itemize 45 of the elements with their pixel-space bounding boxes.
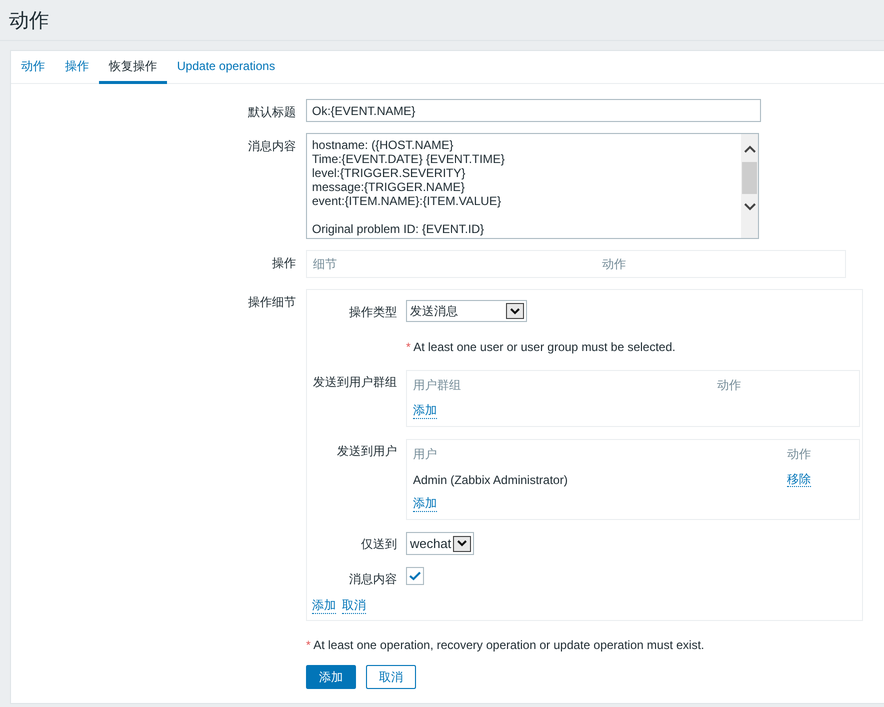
chevron-down-icon[interactable] (742, 202, 756, 212)
field-label: 消息内容 (348, 571, 397, 588)
column-header: 用户群组 (413, 377, 461, 394)
column-header: 动作 (787, 446, 812, 463)
field-label: 仅送到 (360, 536, 397, 553)
warning-text: * At least one operation, recovery operation or update operation must exist. (306, 637, 706, 652)
operation-type-dropdown[interactable]: 发送消息 (406, 300, 527, 322)
message-textarea[interactable]: hostname: ({HOST.NAME} Time:{EVENT.DATE} {EVENT.TIME} level:{TRIGGER.SEVERITY} message:{TRIGGER.NAME} event:{ITEM.NAME}:{ITEM.VALUE} Original problem ID: {EVENT.ID} (306, 133, 759, 239)
check-icon (409, 571, 421, 581)
chevron-down-icon (510, 308, 520, 314)
checkbox[interactable] (406, 567, 424, 585)
scrollbar[interactable] (741, 134, 758, 238)
column-header: 细节 (312, 256, 338, 272)
field-label: 操作 (271, 255, 296, 272)
subject-input-field[interactable]: Ok:{EVENT.NAME} (306, 99, 761, 122)
field-label: 发送到用户群组 (312, 374, 397, 391)
tab[interactable]: 操作 (55, 51, 99, 84)
dropdown-value: wechat (410, 536, 452, 551)
scrollbar-thumb[interactable] (742, 162, 757, 194)
column-header: 动作 (717, 377, 742, 394)
tab[interactable]: Update operations (167, 51, 286, 84)
message-text: hostname: ({HOST.NAME} Time:{EVENT.DATE} {EVENT.TIME} level:{TRIGGER.SEVERITY} message:{TRIGGER.NAME} event:{ITEM.NAME}:{ITEM.VALUE} Original problem ID: {EVENT.ID} (311, 137, 506, 238)
field-label: 发送到用户 (336, 443, 397, 460)
tab[interactable]: 动作 (11, 51, 55, 84)
chevron-up-icon[interactable] (742, 144, 756, 154)
action-link[interactable]: 取消 (342, 598, 366, 614)
page-title: 动作 (9, 8, 49, 34)
chevron-down-icon (457, 540, 468, 547)
dropdown-value: 发送消息 (410, 302, 458, 320)
add-button[interactable]: 添加 (306, 665, 356, 689)
action-link[interactable]: 添加 (312, 598, 336, 614)
field-label: 默认标题 (247, 104, 296, 121)
field-label: 操作类型 (348, 304, 397, 321)
field-label: 消息内容 (247, 138, 296, 155)
warning-text: * At least one user or user group must be selected. (406, 339, 676, 356)
column-header: 用户 (413, 446, 437, 463)
add-link[interactable]: 添加 (413, 403, 437, 419)
cancel-button[interactable]: 取消 (366, 665, 416, 689)
field-label: 操作细节 (247, 294, 296, 311)
tab[interactable]: 恢复操作 (99, 51, 167, 84)
add-link[interactable]: 添加 (413, 496, 437, 512)
remove-link[interactable]: 移除 (787, 472, 811, 487)
media-type-dropdown[interactable]: wechat (406, 532, 474, 555)
table-cell: Admin (Zabbix Administrator) (413, 472, 568, 486)
column-header: 动作 (602, 256, 626, 272)
